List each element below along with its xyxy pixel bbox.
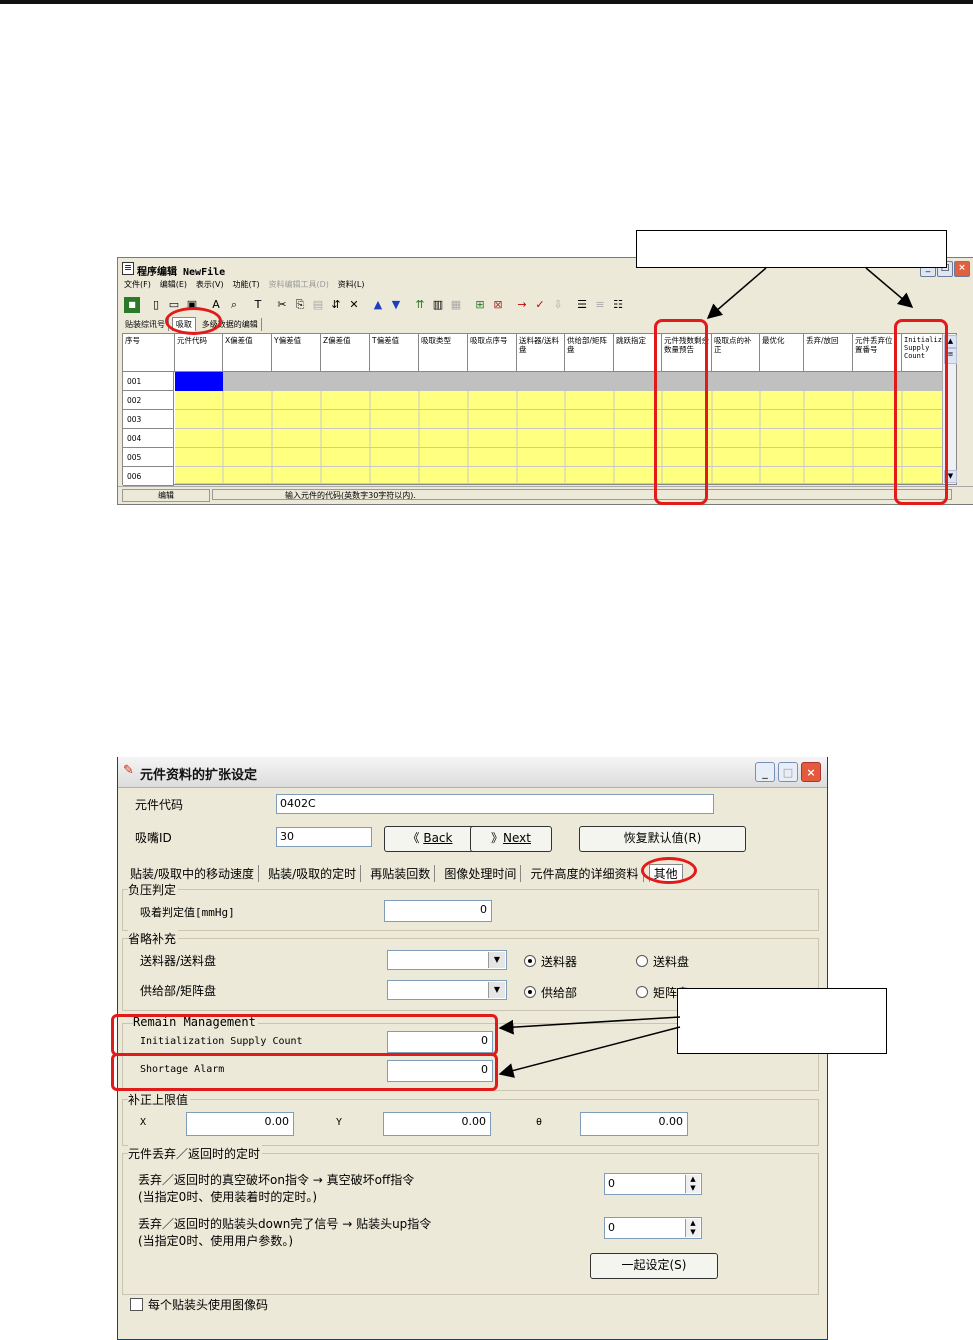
annotation-arrows: [498, 267, 914, 1078]
